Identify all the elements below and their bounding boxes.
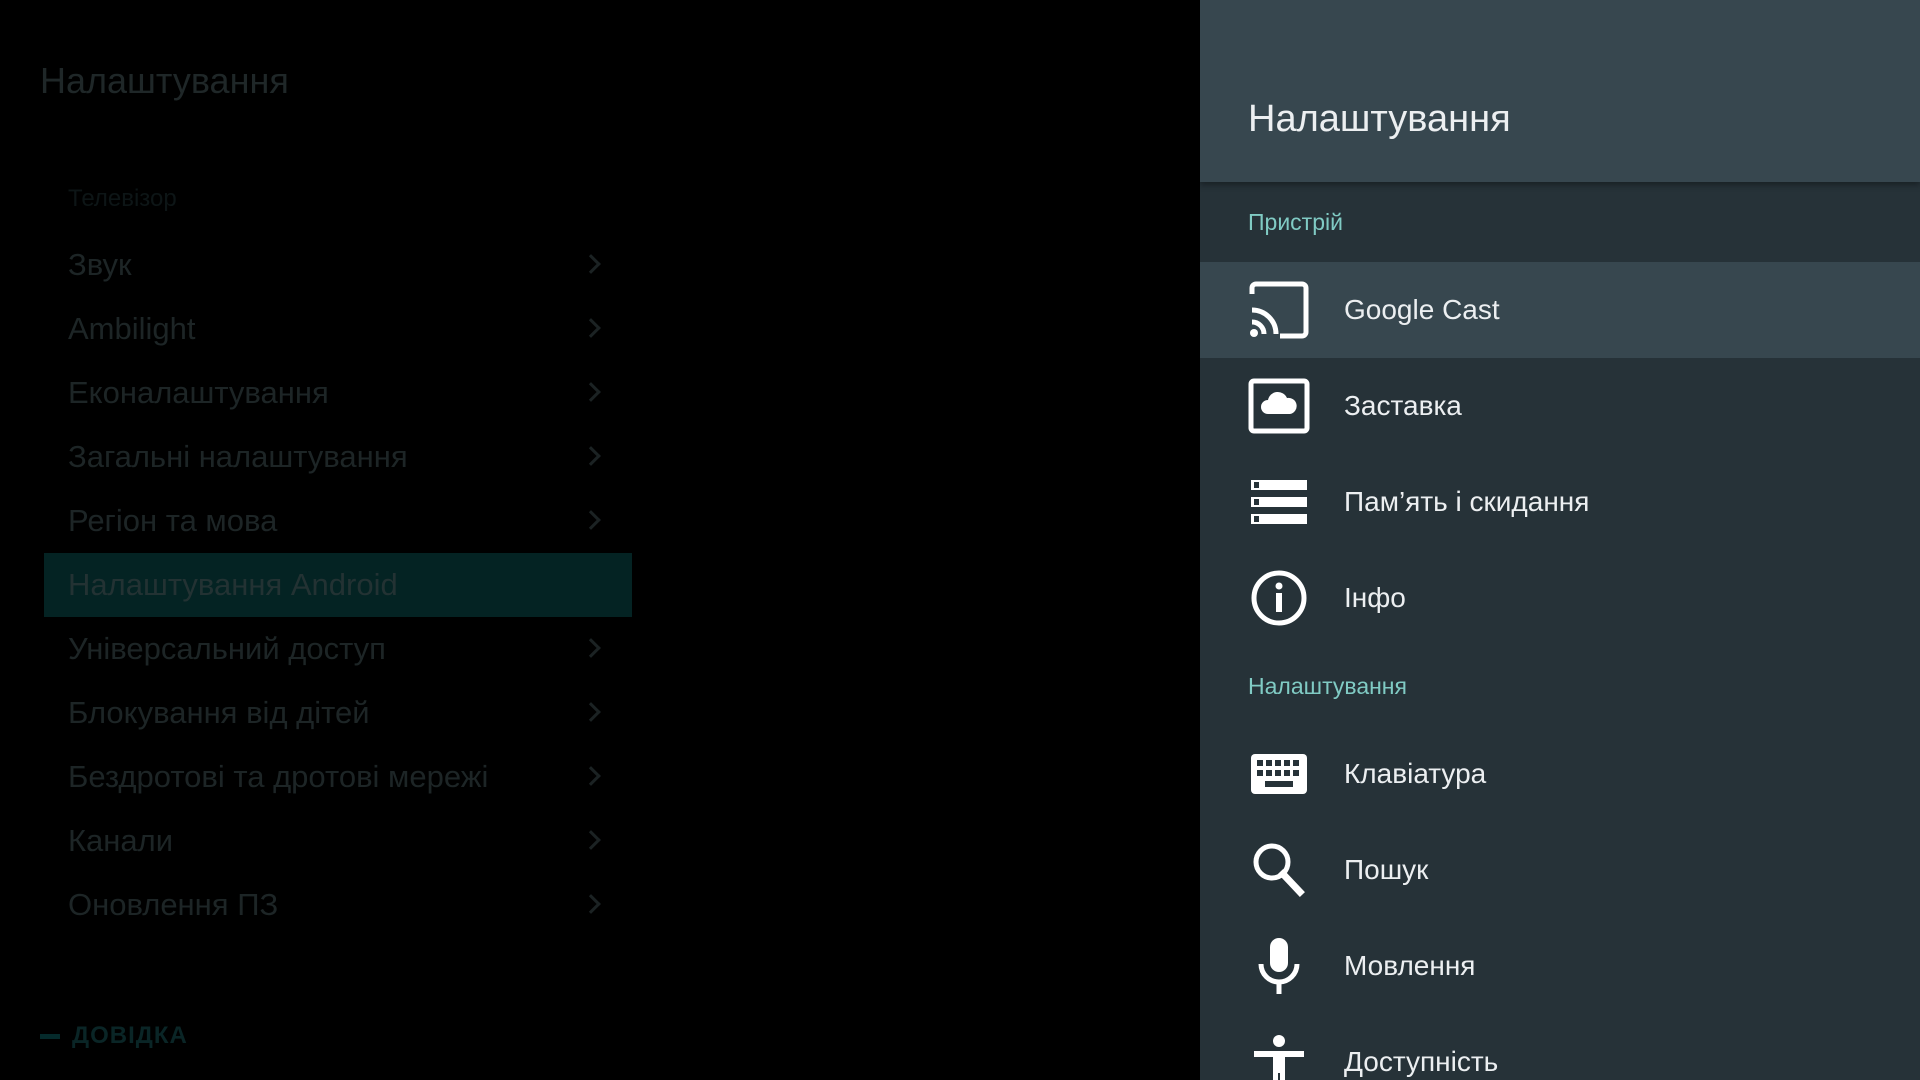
settings-item-screensaver[interactable]: Заставка — [1200, 358, 1920, 454]
menu-item-android-settings[interactable]: Налаштування Android — [44, 553, 632, 617]
menu-item-label: Універсальний доступ — [68, 631, 386, 666]
menu-item-region[interactable]: Регіон та мова — [44, 489, 632, 553]
menu-item-label: Налаштування Android — [68, 567, 398, 602]
info-icon — [1248, 568, 1310, 628]
help-color-key-icon — [40, 1033, 60, 1039]
accessibility-icon — [1248, 1032, 1310, 1080]
cast-icon — [1248, 280, 1310, 340]
settings-item-label: Клавіатура — [1344, 758, 1487, 789]
menu-item-general[interactable]: Загальні налаштування — [44, 425, 632, 489]
menu-item-sound[interactable]: Звук — [44, 233, 632, 297]
storage-icon — [1248, 472, 1310, 532]
menu-item-label: Звук — [68, 247, 132, 282]
settings-item-search[interactable]: Пошук — [1200, 822, 1920, 918]
settings-item-about[interactable]: Інфо — [1200, 550, 1920, 646]
settings-item-label: Мовлення — [1344, 950, 1476, 981]
menu-item-ambilight[interactable]: Ambilight — [44, 297, 632, 361]
menu-item-accessibility[interactable]: Універсальний доступ — [44, 617, 632, 681]
section-header-preferences: Налаштування — [1248, 673, 1407, 699]
menu-item-label: Бездротові та дротові мережі — [68, 759, 489, 794]
menu-item-label: Еконалаштування — [68, 375, 329, 410]
help-label: ДОВІДКА — [72, 1022, 188, 1049]
settings-item-label: Пам’ять і скидання — [1344, 486, 1590, 517]
chevron-right-icon — [581, 510, 601, 530]
chevron-right-icon — [581, 830, 601, 850]
chevron-right-icon — [581, 766, 601, 786]
menu-item-label: Загальні налаштування — [68, 439, 408, 474]
settings-item-label: Google Cast — [1344, 294, 1500, 325]
chevron-right-icon — [581, 638, 601, 658]
chevron-right-icon — [581, 894, 601, 914]
panel-title: Налаштування — [1248, 98, 1511, 140]
menu-item-label: Ambilight — [68, 311, 196, 346]
microphone-icon — [1248, 936, 1310, 996]
android-settings-panel: Налаштування Пристрій Google Cast Застав… — [1200, 0, 1920, 1080]
menu-item-software-update[interactable]: Оновлення ПЗ — [44, 873, 632, 937]
menu-item-label: Регіон та мова — [68, 503, 278, 538]
settings-item-speech[interactable]: Мовлення — [1200, 918, 1920, 1014]
menu-item-networks[interactable]: Бездротові та дротові мережі — [44, 745, 632, 809]
section-header-device: Пристрій — [1248, 209, 1343, 235]
menu-item-label: Оновлення ПЗ — [68, 887, 279, 922]
settings-item-keyboard[interactable]: Клавіатура — [1200, 726, 1920, 822]
menu-item-label: Блокування від дітей — [68, 695, 370, 730]
background-title: Налаштування — [40, 60, 289, 101]
panel-header: Налаштування — [1200, 0, 1920, 182]
menu-item-channels[interactable]: Канали — [44, 809, 632, 873]
settings-item-label: Заставка — [1344, 390, 1462, 421]
chevron-right-icon — [581, 254, 601, 274]
settings-item-accessibility[interactable]: Доступність — [1200, 1014, 1920, 1080]
chevron-right-icon — [581, 382, 601, 402]
chevron-right-icon — [581, 446, 601, 466]
help-button[interactable]: ДОВІДКА — [40, 1022, 188, 1050]
settings-item-label: Інфо — [1344, 582, 1406, 613]
background-settings-menu: Налаштування Телевізор Звук Ambilight Ек… — [0, 0, 1200, 1080]
background-menu-list: Звук Ambilight Еконалаштування Загальні … — [44, 233, 632, 937]
settings-item-label: Доступність — [1344, 1046, 1499, 1077]
screensaver-icon — [1248, 376, 1310, 436]
settings-item-google-cast[interactable]: Google Cast — [1200, 262, 1920, 358]
settings-item-storage-reset[interactable]: Пам’ять і скидання — [1200, 454, 1920, 550]
search-icon — [1248, 840, 1310, 900]
background-subheader: Телевізор — [68, 185, 177, 212]
chevron-right-icon — [581, 318, 601, 338]
chevron-right-icon — [581, 702, 601, 722]
screen: Налаштування Телевізор Звук Ambilight Ек… — [0, 0, 1920, 1080]
menu-item-label: Канали — [68, 823, 174, 858]
keyboard-icon — [1248, 744, 1310, 804]
menu-item-eco[interactable]: Еконалаштування — [44, 361, 632, 425]
settings-item-label: Пошук — [1344, 854, 1429, 885]
menu-item-child-lock[interactable]: Блокування від дітей — [44, 681, 632, 745]
